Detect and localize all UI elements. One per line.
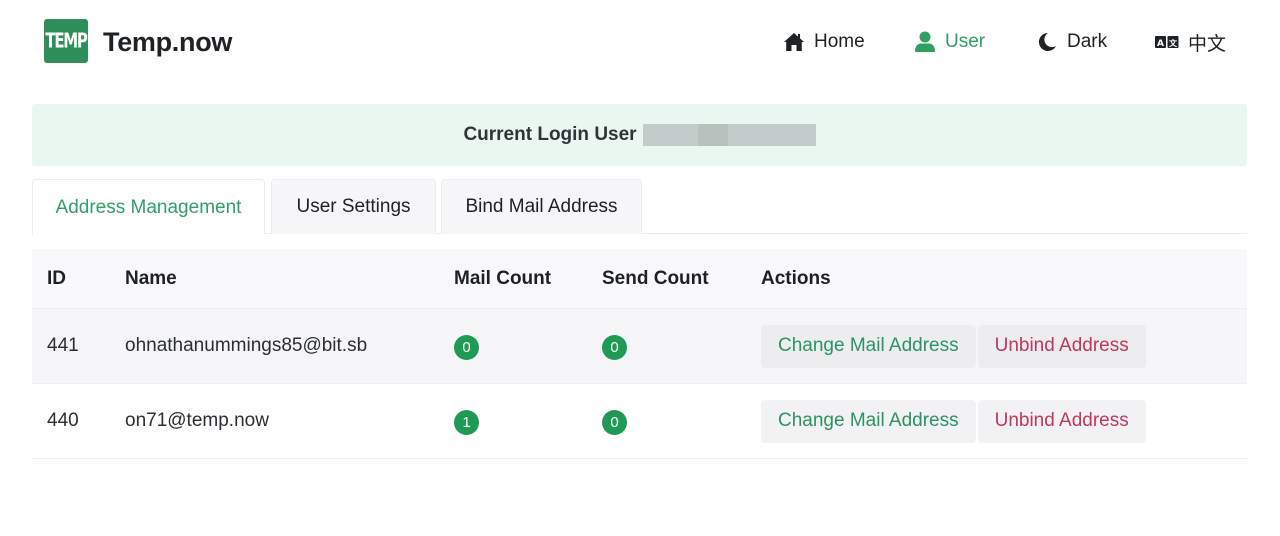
nav-dark-mode[interactable]: Dark bbox=[1036, 28, 1107, 56]
actions-cell: Change Mail Address Unbind Address bbox=[761, 384, 1146, 458]
mail-count-badge: 0 bbox=[454, 334, 479, 360]
change-mail-address-button[interactable]: Change Mail Address bbox=[761, 324, 976, 368]
svg-text:A: A bbox=[1157, 39, 1164, 49]
logo[interactable]: TEMP bbox=[44, 19, 88, 63]
current-login-label: Current Login User bbox=[463, 124, 637, 145]
unbind-address-button[interactable]: Unbind Address bbox=[977, 324, 1146, 368]
moon-icon bbox=[1036, 31, 1058, 53]
table-row: 440 on71@temp.now 1 0 Change Mail Addres… bbox=[32, 384, 1247, 459]
tab-address-management[interactable]: Address Management bbox=[32, 179, 265, 235]
row-name: on71@temp.now bbox=[125, 410, 269, 431]
nav-user[interactable]: User bbox=[914, 28, 985, 56]
send-count-cell: 0 bbox=[602, 384, 627, 458]
mail-count-cell: 0 bbox=[454, 309, 479, 383]
tab-bar: Address Management User Settings Bind Ma… bbox=[32, 179, 1247, 235]
send-count-cell: 0 bbox=[602, 309, 627, 383]
column-header-mail-count: Mail Count bbox=[454, 267, 552, 289]
table-row: 441 ohnathanummings85@bit.sb 0 0 Change … bbox=[32, 309, 1247, 384]
app-header: TEMP Temp.now Home User Dark A文 中文 bbox=[0, 0, 1280, 90]
send-count-badge: 0 bbox=[602, 334, 627, 360]
nav-home[interactable]: Home bbox=[783, 28, 865, 56]
unbind-address-button[interactable]: Unbind Address bbox=[977, 399, 1146, 443]
mail-count-badge: 1 bbox=[454, 409, 479, 435]
actions-cell: Change Mail Address Unbind Address bbox=[761, 309, 1146, 383]
brand-title[interactable]: Temp.now bbox=[103, 27, 232, 58]
mail-count-cell: 1 bbox=[454, 384, 479, 458]
nav-home-label: Home bbox=[814, 31, 865, 52]
change-mail-address-button[interactable]: Change Mail Address bbox=[761, 399, 976, 443]
home-icon bbox=[783, 31, 805, 53]
logo-text: TEMP bbox=[45, 28, 88, 54]
row-name: ohnathanummings85@bit.sb bbox=[125, 335, 368, 356]
column-header-name: Name bbox=[125, 267, 177, 289]
row-id: 440 bbox=[47, 410, 79, 431]
address-table: ID Name Mail Count Send Count Actions 44… bbox=[32, 249, 1247, 459]
masked-username bbox=[642, 124, 816, 146]
nav-language-label: 中文 bbox=[1188, 33, 1227, 55]
tab-bind-mail-address[interactable]: Bind Mail Address bbox=[441, 179, 642, 234]
column-header-send-count: Send Count bbox=[602, 267, 709, 289]
nav-language[interactable]: A文 中文 bbox=[1155, 28, 1226, 56]
tab-user-settings[interactable]: User Settings bbox=[271, 179, 436, 234]
current-login-banner: Current Login User bbox=[32, 104, 1247, 166]
nav-user-label: User bbox=[945, 31, 986, 52]
nav-dark-label: Dark bbox=[1067, 31, 1108, 52]
column-header-id: ID bbox=[47, 267, 66, 289]
translate-icon: A文 bbox=[1155, 31, 1179, 53]
svg-text:文: 文 bbox=[1169, 38, 1178, 48]
column-header-actions: Actions bbox=[761, 267, 831, 289]
send-count-badge: 0 bbox=[602, 409, 627, 435]
table-header: ID Name Mail Count Send Count Actions bbox=[32, 249, 1247, 309]
row-id: 441 bbox=[47, 335, 79, 356]
user-icon bbox=[914, 31, 936, 53]
